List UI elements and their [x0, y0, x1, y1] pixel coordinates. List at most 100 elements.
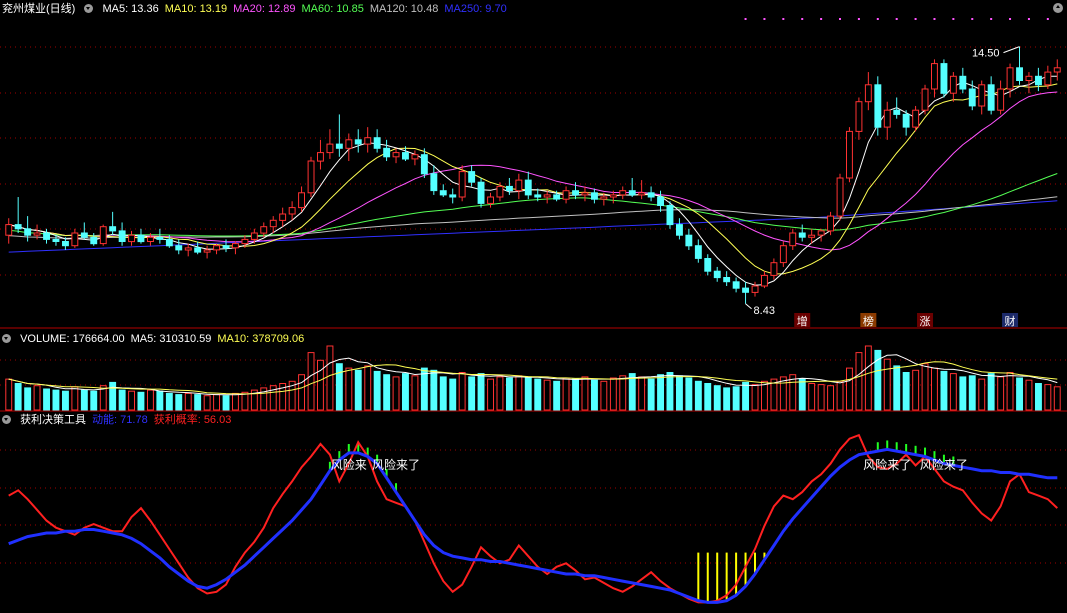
- indicator-labels: 获利决策工具 动能: 71.78 获利概率: 56.03: [20, 414, 237, 426]
- candle-body: [449, 194, 457, 198]
- volume-bar: [307, 352, 315, 411]
- chart-canvas: 14.508.43增榜涨财风险来 风险来了 风险来了 风险来了: [0, 18, 1067, 604]
- signal-dot: [895, 18, 898, 20]
- stock-title[interactable]: 兖州煤业(日线): [2, 3, 75, 15]
- volume-bar: [628, 373, 636, 411]
- candle-body: [817, 230, 825, 236]
- volume-bar: [515, 375, 523, 411]
- ma-label: MA20: 12.89: [233, 3, 296, 15]
- event-tag: 涨: [920, 315, 931, 328]
- ma-label: MA120: 10.48: [369, 3, 439, 15]
- candle-body: [562, 190, 570, 200]
- candle-body: [779, 245, 787, 264]
- volume-bar: [156, 390, 164, 411]
- volume-bar: [798, 378, 806, 411]
- volume-bar: [449, 378, 457, 411]
- ma60-line: [8, 173, 1058, 237]
- candle-body: [203, 249, 211, 253]
- volume-bar: [581, 376, 589, 411]
- volume-bar: [71, 386, 79, 411]
- collapse-up-icon[interactable]: [1053, 3, 1063, 13]
- volume-bar: [354, 369, 362, 411]
- signal-dot: [1009, 18, 1012, 20]
- signal-dot: [839, 18, 842, 20]
- signal-dot: [1027, 18, 1030, 20]
- volume-bar: [694, 380, 702, 411]
- candle-body: [515, 179, 523, 192]
- volume-bar: [562, 377, 570, 411]
- volume-bar: [317, 359, 324, 411]
- chevron-down-icon[interactable]: [2, 415, 11, 424]
- candle-body: [713, 270, 721, 279]
- volume-bar: [524, 376, 532, 411]
- volume-bar: [80, 389, 88, 411]
- candle-body: [732, 281, 740, 289]
- candle-body: [128, 234, 136, 243]
- volume-bar: [14, 383, 22, 411]
- candle-body: [1044, 71, 1052, 86]
- momentum-line: [8, 447, 1058, 604]
- volume-bar: [978, 378, 986, 411]
- candle-body: [383, 147, 391, 158]
- candle-body: [543, 194, 551, 198]
- volume-bar: [5, 378, 13, 411]
- candle-body: [893, 109, 901, 115]
- volume-labels: VOLUME: 176664.00 MA5: 310310.59 MA10: 378…: [20, 333, 310, 345]
- candle-body: [90, 236, 98, 245]
- volume-bar: [364, 365, 372, 411]
- volume-bar: [855, 352, 863, 411]
- volume-bar: [373, 370, 381, 411]
- candle-body: [883, 109, 891, 128]
- candle-body: [676, 224, 683, 236]
- candle-body: [1053, 67, 1061, 73]
- volume-bar: [704, 383, 712, 411]
- candle-body: [420, 154, 428, 175]
- candle-body: [213, 245, 221, 251]
- volume-bar: [24, 387, 32, 411]
- volume-bar: [553, 380, 561, 411]
- volume-bar: [657, 374, 664, 411]
- candle-body: [808, 234, 816, 238]
- candle-body: [175, 245, 183, 251]
- chevron-down-icon[interactable]: [2, 334, 11, 343]
- candle-body: [761, 274, 768, 287]
- candle-body: [43, 232, 50, 240]
- signal-dot: [952, 18, 955, 20]
- volume-bar: [232, 392, 239, 411]
- signal-dot: [744, 18, 747, 20]
- candle-body: [723, 277, 731, 283]
- volume-bar: [458, 372, 466, 411]
- volume-bar: [997, 376, 1005, 411]
- candle-body: [222, 245, 230, 249]
- candle-body: [506, 185, 513, 192]
- candle-body: [260, 226, 268, 234]
- volume-bar: [175, 394, 183, 411]
- candle-body: [600, 196, 608, 200]
- volume-bar: [609, 377, 617, 411]
- volume-bar: [817, 384, 825, 411]
- volume-bar: [402, 373, 409, 411]
- signal-dot: [990, 18, 993, 20]
- candle-body: [836, 177, 844, 217]
- candle-body: [647, 192, 655, 198]
- volume-bar: [128, 390, 136, 411]
- volume-bar: [335, 363, 343, 411]
- chevron-down-icon[interactable]: [84, 4, 94, 13]
- candle-body: [751, 285, 759, 293]
- volume-bar: [184, 392, 192, 411]
- volume-bar: [496, 376, 504, 411]
- candle-body: [864, 84, 872, 103]
- volume-bar: [345, 367, 353, 411]
- candle-body: [458, 171, 466, 198]
- ma20-line: [8, 91, 1058, 251]
- volume-bar: [487, 378, 495, 411]
- candle-body: [572, 190, 579, 196]
- event-tag: 增: [797, 314, 808, 328]
- volume-bar: [732, 386, 740, 411]
- volume-bar: [326, 345, 334, 411]
- volume-bar: [902, 372, 910, 411]
- volume-bar: [383, 374, 391, 411]
- candle-body: [874, 84, 882, 128]
- candle-body: [354, 139, 362, 145]
- candle-body: [628, 190, 636, 196]
